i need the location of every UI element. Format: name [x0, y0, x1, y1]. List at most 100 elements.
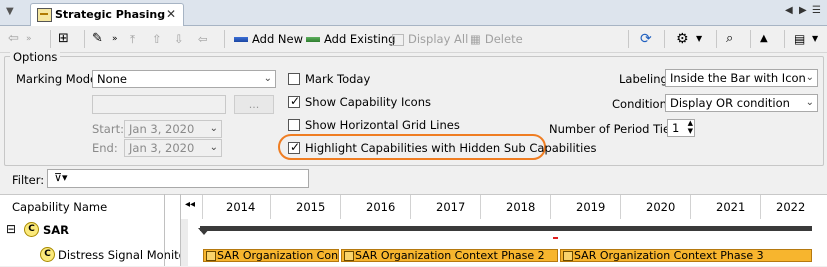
refresh-icon[interactable]: ⟳ — [640, 30, 652, 48]
search-icon[interactable]: ⌕ — [726, 30, 733, 48]
phase-bar-2[interactable]: SAR Organization Context Phase 2 — [341, 249, 558, 262]
capability-icon: C — [40, 247, 55, 262]
mark-today-checkbox[interactable] — [288, 73, 300, 85]
year-2021: 2021 — [716, 200, 746, 214]
tree-icon[interactable]: ⊞ — [58, 30, 69, 48]
show-capability-icons-label: Show Capability Icons — [305, 95, 431, 109]
filter-icon[interactable]: ⊽▾ — [54, 171, 68, 184]
marking-mode-label: Marking Mode: — [16, 72, 102, 86]
start-date-value: Jan 3, 2020 — [129, 122, 195, 136]
delete-label: Delete — [484, 32, 523, 46]
delete-button[interactable]: ▦ Delete — [470, 30, 523, 48]
labeling-value: Inside the Bar with Icon — [670, 71, 806, 85]
scroll-left-icon[interactable]: ◂◂ — [185, 199, 195, 210]
column-divider — [180, 194, 181, 266]
today-marker — [553, 237, 558, 239]
menu-icon[interactable]: ☰ — [812, 5, 821, 16]
marking-mode-select[interactable]: None ⌄ — [92, 70, 276, 88]
move-up-icon[interactable]: ⇧ — [152, 30, 162, 48]
period-tiers-spinner[interactable]: 1 ▲ ▼ — [667, 119, 695, 137]
column-divider[interactable] — [164, 194, 165, 266]
summary-start-marker-icon — [198, 228, 210, 235]
properties-icon[interactable]: ✎ — [92, 30, 103, 48]
phase-icon — [344, 251, 354, 261]
year-2014: 2014 — [226, 200, 256, 214]
gear-icon[interactable]: ⚙ — [676, 30, 689, 48]
condition-label: Condition: — [612, 97, 671, 111]
filter-label: Filter: — [12, 173, 45, 187]
tab-bar: ▼ Strategic Phasing ✕ ◀ ▶ ☰ — [0, 0, 827, 26]
year-2017: 2017 — [436, 200, 466, 214]
chevron-down-icon: ⌄ — [209, 123, 218, 134]
end-label: End: — [92, 141, 118, 155]
grid-rows: ⊟ C SAR C Distress Signal Monito SAR Org… — [0, 219, 827, 266]
display-all-button[interactable]: Display All — [392, 30, 468, 48]
close-icon[interactable]: ✕ — [166, 7, 176, 21]
phase-bar-3[interactable]: SAR Organization Context Phase 3 — [560, 249, 812, 262]
phase-bar-label: SAR Organization Context Phase 2 — [355, 249, 545, 262]
timeline-gutter — [180, 219, 188, 266]
strategic-phasing-icon — [37, 8, 52, 22]
toolbar: ⇦ » ⊞ ✎ » ⤒ ⇧ ⇩ ⇦ Add New Add Existing D… — [0, 26, 827, 53]
spinner-arrows-icon[interactable]: ▲ ▼ — [688, 119, 693, 135]
highlight-hidden-label: Highlight Capabilities with Hidden Sub C… — [305, 141, 597, 155]
collapse-toggle-icon[interactable]: ⊟ — [6, 222, 16, 236]
table-row[interactable]: C Distress Signal Monito — [0, 245, 186, 267]
chevron-down-icon: ⌄ — [805, 97, 814, 108]
add-new-icon — [234, 37, 248, 42]
show-capability-icons-checkbox[interactable] — [288, 94, 300, 108]
show-grid-lines-checkbox[interactable] — [288, 119, 300, 131]
tab-overflow-icon[interactable]: ▼ — [6, 6, 14, 17]
phase-bar-1[interactable]: SAR Organization Con... — [203, 249, 339, 262]
move-left-icon[interactable]: ⇦ — [198, 30, 208, 48]
columns-chevron-icon[interactable]: ▼ — [812, 30, 818, 48]
collapse-icon[interactable]: ▲ — [760, 30, 768, 48]
year-2022: 2022 — [776, 200, 806, 214]
back-icon[interactable]: ⇦ — [8, 30, 19, 48]
browse-button: ... — [234, 95, 274, 114]
mark-today-label: Mark Today — [305, 72, 371, 86]
capability-name-header[interactable]: Capability Name — [12, 200, 107, 214]
capability-name: Distress Signal Monito — [58, 248, 186, 262]
display-all-icon — [392, 33, 404, 46]
phase-icon — [563, 251, 573, 261]
more-icon[interactable]: » — [26, 30, 32, 48]
phase-bar-label: SAR Organization Context Phase 3 — [574, 249, 764, 262]
display-all-label: Display All — [408, 32, 469, 46]
year-2016: 2016 — [366, 200, 396, 214]
labeling-select[interactable]: Inside the Bar with Icon ⌄ — [665, 69, 818, 87]
condition-select[interactable]: Display OR condition ⌄ — [665, 94, 818, 112]
phase-icon — [206, 251, 216, 261]
year-2015: 2015 — [296, 200, 326, 214]
options-legend: Options — [10, 50, 61, 64]
capability-name: SAR — [43, 223, 70, 237]
labeling-label: Labeling: — [619, 72, 672, 86]
add-existing-label: Add Existing — [324, 32, 396, 46]
sar-summary-bar[interactable] — [200, 226, 812, 231]
table-row[interactable]: ⊟ C SAR — [0, 219, 164, 241]
chevron-down-icon[interactable]: ▼ — [696, 30, 702, 48]
start-date-picker: Jan 3, 2020 ⌄ — [124, 120, 222, 138]
start-label: Start: — [92, 122, 124, 136]
add-existing-button[interactable]: Add Existing — [306, 30, 395, 48]
capability-icon: C — [24, 222, 39, 237]
year-2019: 2019 — [576, 200, 606, 214]
filter-input[interactable]: ⊽▾ — [47, 169, 309, 188]
delete-icon: ▦ — [470, 32, 481, 46]
phase-bar-label: SAR Organization Con... — [217, 249, 339, 262]
add-new-label: Add New — [252, 32, 304, 46]
tab-strategic-phasing[interactable]: Strategic Phasing ✕ — [30, 3, 184, 26]
year-2020: 2020 — [646, 200, 676, 214]
move-top-icon[interactable]: ⤒ — [130, 30, 135, 48]
chevron-down-icon: ⌄ — [263, 73, 272, 84]
end-date-value: Jan 3, 2020 — [129, 141, 195, 155]
highlight-hidden-checkbox[interactable] — [288, 140, 300, 154]
add-existing-icon — [306, 37, 320, 42]
more-icon-2[interactable]: » — [112, 30, 118, 48]
marking-mode-value: None — [97, 72, 128, 86]
move-down-icon[interactable]: ⇩ — [174, 30, 184, 48]
columns-icon[interactable]: ▤ — [794, 30, 805, 48]
nav-left-icon[interactable]: ◀ — [785, 5, 793, 16]
add-new-button[interactable]: Add New — [234, 30, 303, 48]
nav-right-icon[interactable]: ▶ — [799, 5, 807, 16]
